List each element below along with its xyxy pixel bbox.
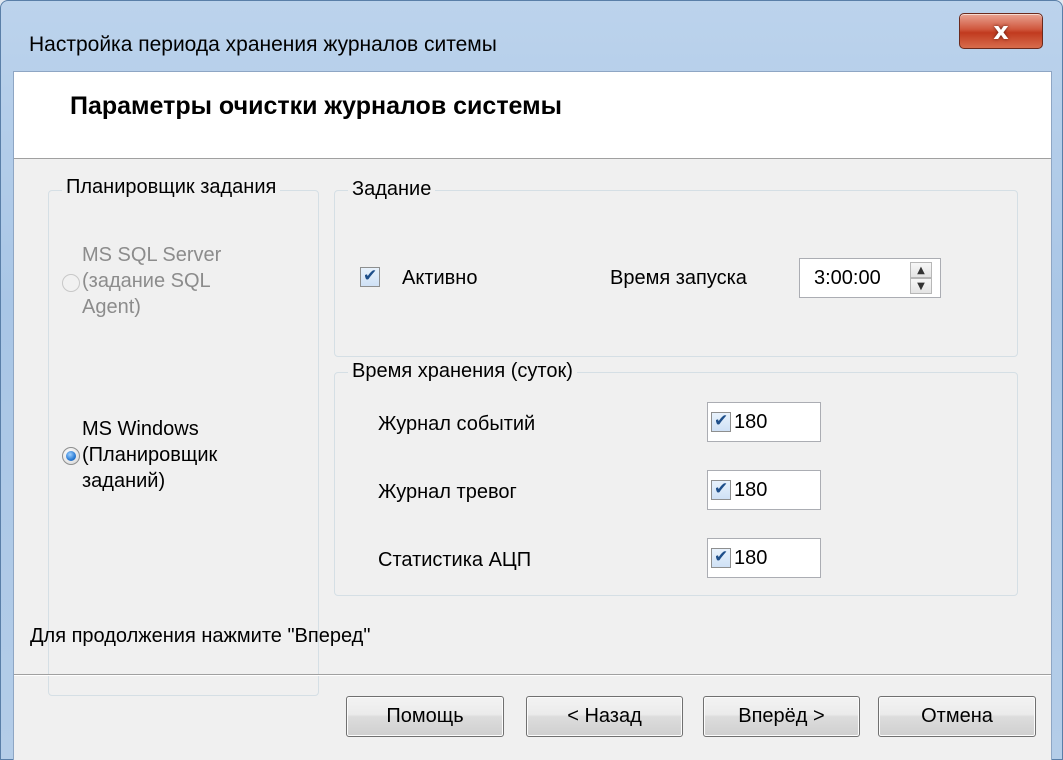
radio-sql-server[interactable] (62, 274, 80, 292)
retention-label-events: Журнал событий (378, 413, 536, 435)
radio-ms-windows-line-2: (Планировщик (82, 444, 218, 466)
start-time-input[interactable]: 3:00:00 ▲ ▼ (799, 258, 941, 298)
back-button[interactable]: < Назад (526, 696, 683, 737)
cancel-button[interactable]: Отмена (878, 696, 1036, 737)
header-panel: Параметры очистки журналов системы (14, 72, 1051, 159)
retention-value-adc: 180 (734, 547, 768, 569)
retention-field-events[interactable]: 180 (707, 402, 821, 442)
spin-up-icon[interactable]: ▲ (910, 262, 932, 278)
radio-sql-server-line-3: Agent) (82, 296, 141, 318)
retention-field-adc[interactable]: 180 (707, 538, 821, 578)
status-text: Для продолжения нажмите "Вперед" (30, 625, 371, 647)
radio-ms-windows[interactable] (62, 447, 80, 465)
help-button[interactable]: Помощь (346, 696, 504, 737)
spin-down-icon[interactable]: ▼ (910, 278, 932, 294)
task-group-label: Задание (348, 178, 436, 201)
scheduler-group-label: Планировщик задания (62, 176, 281, 199)
retention-checkbox-adc[interactable] (711, 547, 731, 568)
start-time-label: Время запуска (610, 267, 747, 289)
divider (14, 674, 1051, 676)
radio-ms-windows-label: MS Windows (Планировщик заданий) (82, 416, 217, 494)
start-time-value: 3:00:00 (814, 267, 881, 289)
retention-label-adc: Статистика АЦП (378, 549, 532, 571)
dialog-client-area: Параметры очистки журналов системы Плани… (13, 71, 1052, 760)
title-bar[interactable]: Настройка периода хранения журналов сите… (1, 1, 1062, 81)
dialog-window: Настройка периода хранения журналов сите… (0, 0, 1063, 760)
radio-sql-server-line-1: MS SQL Server (82, 244, 222, 266)
retention-value-alarms: 180 (734, 479, 768, 501)
radio-ms-windows-line-3: заданий) (82, 470, 166, 492)
retention-checkbox-events[interactable] (711, 411, 731, 432)
next-button[interactable]: Вперёд > (703, 696, 860, 737)
start-time-spinner[interactable]: ▲ ▼ (910, 262, 932, 294)
window-title: Настройка периода хранения журналов сите… (29, 33, 497, 56)
retention-value-events: 180 (734, 411, 768, 433)
retention-group-label: Время хранения (суток) (348, 360, 577, 383)
retention-label-alarms: Журнал тревог (378, 481, 517, 503)
radio-ms-windows-line-1: MS Windows (82, 418, 199, 440)
radio-sql-server-label: MS SQL Server (задание SQL Agent) (82, 242, 221, 320)
page-title: Параметры очистки журналов системы (70, 92, 562, 120)
retention-field-alarms[interactable]: 180 (707, 470, 821, 510)
close-button[interactable]: x (959, 13, 1043, 49)
radio-sql-server-line-2: (задание SQL (82, 270, 211, 292)
close-icon: x (993, 17, 1009, 45)
retention-checkbox-alarms[interactable] (711, 479, 731, 500)
active-label: Активно (402, 267, 478, 289)
active-checkbox[interactable] (360, 266, 380, 287)
